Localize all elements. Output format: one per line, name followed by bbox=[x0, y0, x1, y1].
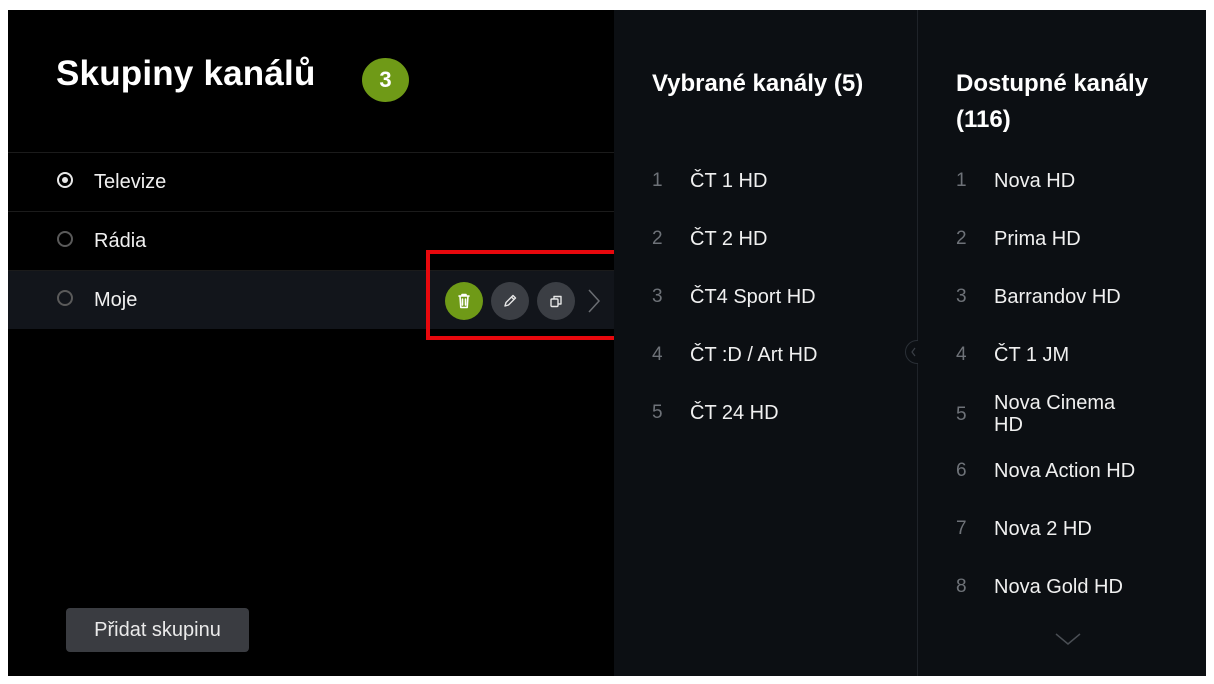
channel-groups-screen: Skupiny kanálů 3 Televize Rádia Moje Při… bbox=[8, 10, 1206, 676]
selected-channels-title: Vybrané kanály (5) bbox=[652, 70, 864, 97]
groups-panel: Skupiny kanálů 3 Televize Rádia Moje Při… bbox=[8, 10, 614, 676]
channel-number: 1 bbox=[652, 170, 663, 191]
list-item[interactable]: 3 Barrandov HD bbox=[918, 268, 1206, 326]
list-item[interactable]: 6 Nova Action HD bbox=[918, 442, 1206, 500]
list-item[interactable]: 7 Nova 2 HD bbox=[918, 500, 1206, 558]
page-title: Skupiny kanálů bbox=[56, 54, 316, 93]
list-item[interactable]: 5 Nova Cinema HD bbox=[918, 384, 1206, 442]
channel-number: 2 bbox=[652, 228, 663, 249]
chevron-down-icon[interactable] bbox=[1054, 632, 1082, 651]
channel-number: 4 bbox=[652, 344, 663, 365]
available-channels-panel: Dostupné kanály (116) 1 Nova HD 2 Prima … bbox=[918, 10, 1206, 676]
radio-checked-icon[interactable] bbox=[57, 172, 73, 188]
radio-unchecked-icon[interactable] bbox=[57, 290, 73, 306]
list-item[interactable]: 8 Nova Gold HD bbox=[918, 558, 1206, 616]
highlight-annotation-box bbox=[426, 250, 626, 340]
list-item[interactable]: 2 Prima HD bbox=[918, 210, 1206, 268]
channel-number: 5 bbox=[956, 404, 967, 425]
channel-name: Prima HD bbox=[994, 228, 1081, 250]
available-channels-title: Dostupné kanály (116) bbox=[956, 70, 1149, 133]
list-item[interactable]: 4 ČT :D / Art HD bbox=[614, 326, 917, 384]
channel-name: ČT 24 HD bbox=[690, 402, 779, 424]
channel-name: ČT 1 JM bbox=[994, 344, 1070, 366]
channel-number: 3 bbox=[956, 286, 967, 307]
channel-number: 3 bbox=[652, 286, 663, 307]
channel-number: 7 bbox=[956, 518, 967, 539]
channel-name: Nova HD bbox=[994, 170, 1076, 192]
channel-name: Nova 2 HD bbox=[994, 518, 1092, 540]
channel-name: Nova Cinema HD bbox=[994, 392, 1116, 436]
channel-number: 8 bbox=[956, 576, 967, 597]
group-item-televize[interactable]: Televize bbox=[8, 152, 614, 211]
group-label: Televize bbox=[94, 171, 167, 193]
radio-unchecked-icon[interactable] bbox=[57, 231, 73, 247]
selected-channels-panel: Vybrané kanály (5) 1 ČT 1 HD 2 ČT 2 HD 3… bbox=[614, 10, 917, 676]
channel-name: ČT 2 HD bbox=[690, 228, 768, 250]
list-item[interactable]: 1 Nova HD bbox=[918, 152, 1206, 210]
group-count-badge: 3 bbox=[362, 58, 409, 102]
list-item[interactable]: 5 ČT 24 HD bbox=[614, 384, 917, 442]
channel-number: 1 bbox=[956, 170, 967, 191]
list-item[interactable]: 4 ČT 1 JM bbox=[918, 326, 1206, 384]
channel-name: ČT 1 HD bbox=[690, 170, 768, 192]
channel-number: 4 bbox=[956, 344, 967, 365]
list-item[interactable]: 1 ČT 1 HD bbox=[614, 152, 917, 210]
channel-name: ČT4 Sport HD bbox=[690, 286, 816, 308]
channel-name: Nova Action HD bbox=[994, 460, 1136, 482]
add-group-button[interactable]: Přidat skupinu bbox=[66, 608, 249, 652]
channel-number: 6 bbox=[956, 460, 967, 481]
selected-channel-list: 1 ČT 1 HD 2 ČT 2 HD 3 ČT4 Sport HD 4 ČT … bbox=[614, 152, 917, 442]
group-label: Rádia bbox=[94, 230, 147, 252]
channel-name: Barrandov HD bbox=[994, 286, 1121, 308]
list-item[interactable]: 3 ČT4 Sport HD bbox=[614, 268, 917, 326]
channel-name: Nova Gold HD bbox=[994, 576, 1123, 598]
channel-number: 2 bbox=[956, 228, 967, 249]
available-channel-list: 1 Nova HD 2 Prima HD 3 Barrandov HD 4 ČT… bbox=[918, 152, 1206, 616]
group-label: Moje bbox=[94, 289, 138, 311]
channel-number: 5 bbox=[652, 402, 663, 423]
channel-name: ČT :D / Art HD bbox=[690, 344, 818, 366]
list-item[interactable]: 2 ČT 2 HD bbox=[614, 210, 917, 268]
